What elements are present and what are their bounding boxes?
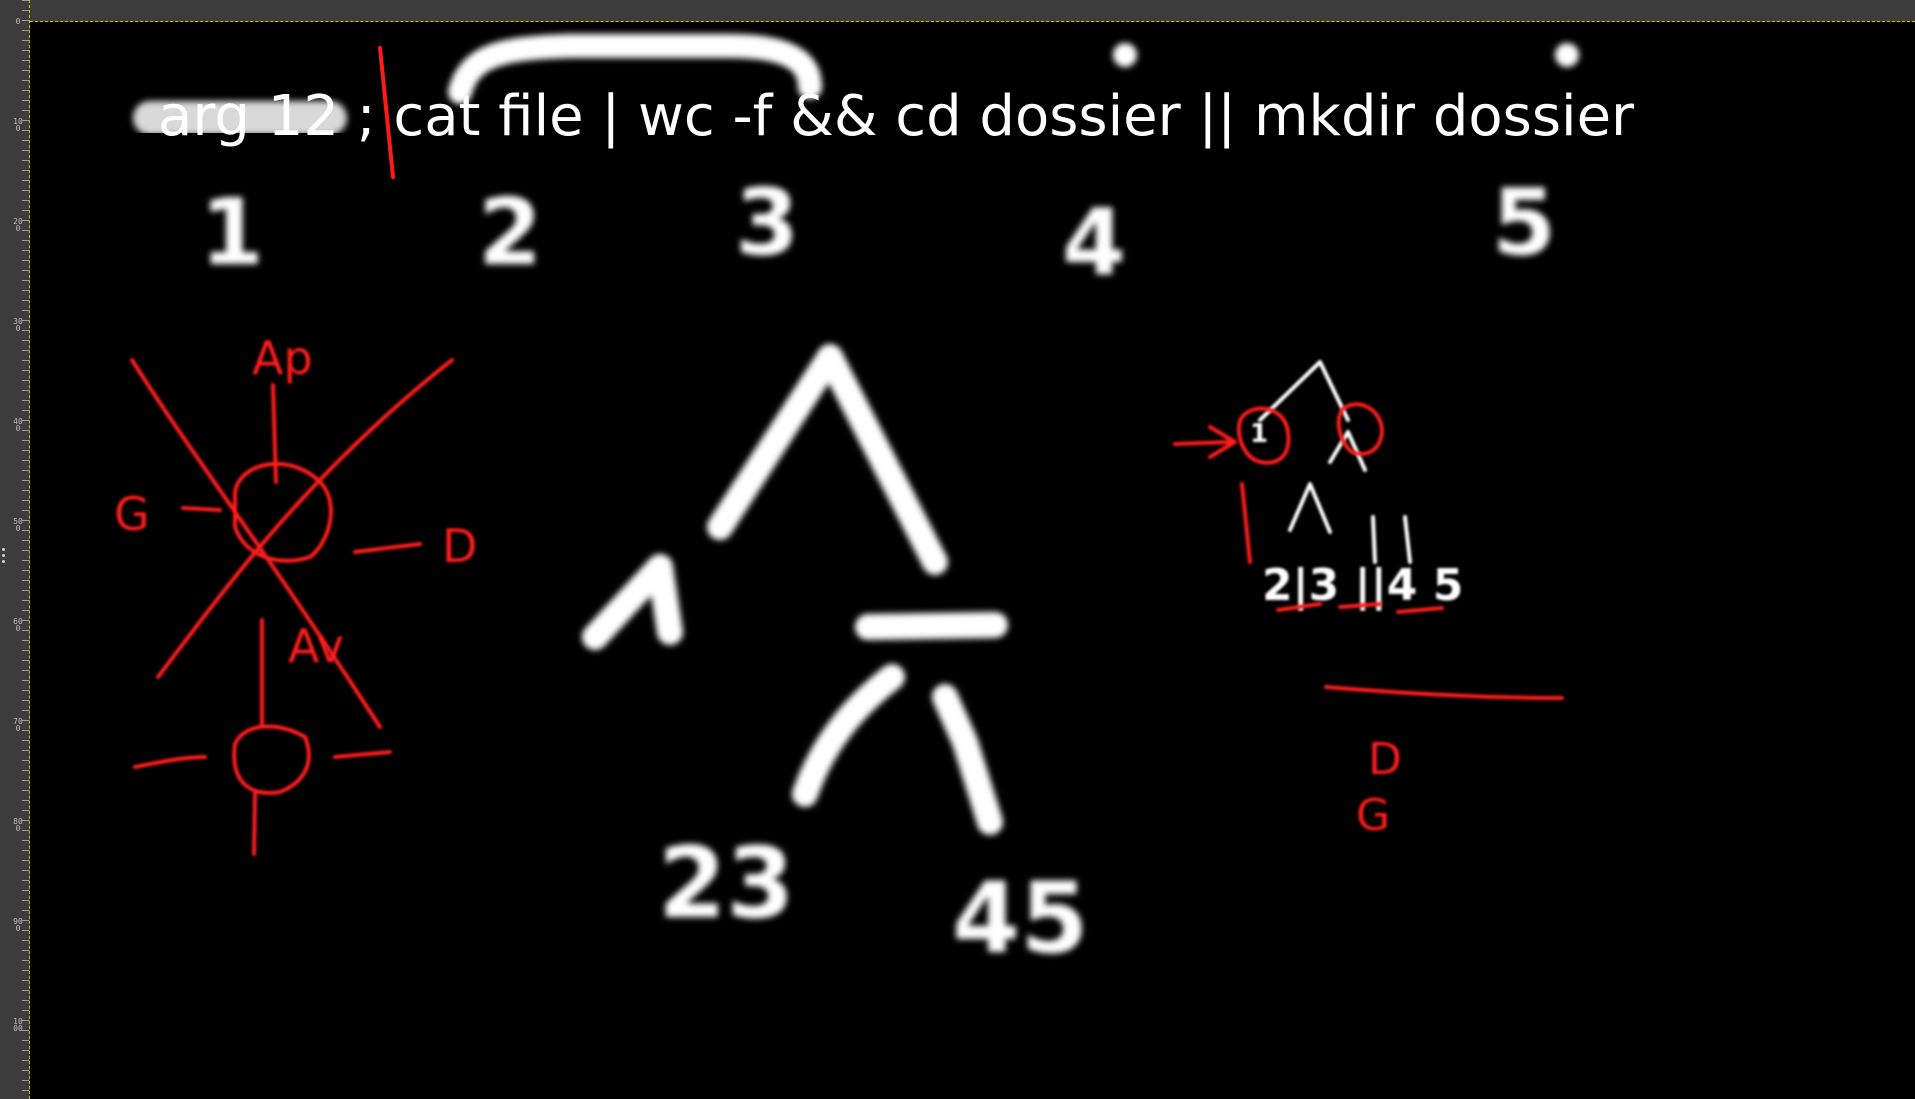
node-circle: [232, 724, 311, 795]
left-ruler-ticks: [22, 0, 29, 1099]
small-tree-root-label: 1: [1250, 419, 1268, 449]
diag-line: [181, 506, 222, 512]
diag-line: [353, 542, 422, 554]
ruler-label: 100: [13, 117, 23, 133]
compass-bottom-label: Av: [288, 619, 344, 673]
red-compass-diagram: [130, 358, 454, 856]
small-tree: [1258, 360, 1412, 564]
legend-d: D: [1368, 734, 1402, 785]
big-tree: [582, 344, 1008, 835]
number-label: 4: [1062, 189, 1126, 296]
ruler-label: 900: [13, 917, 23, 933]
panel-grip-handle[interactable]: [2, 548, 5, 566]
tree-branch: [1371, 515, 1377, 564]
big-tree-leaves: 23 45: [658, 827, 1088, 976]
command-line-text: arg 12 ; cat file | wc -f && cd dossier …: [158, 84, 1635, 149]
tree-branch: [707, 344, 948, 575]
diag-line: [333, 750, 392, 759]
dot-stroke: [1555, 43, 1579, 67]
ruler-label: 400: [13, 417, 23, 433]
ruler-label: 200: [13, 217, 23, 233]
diag-line: [271, 383, 278, 484]
left-ruler[interactable]: 0 100 200 300 400 500 600 700 800 900 10…: [0, 0, 30, 1099]
arrow-icon: [1173, 425, 1237, 459]
ruler-label: 300: [13, 317, 23, 333]
ruler-label: 600: [13, 617, 23, 633]
top-ruler[interactable]: [0, 0, 1915, 22]
sketch-layer: 1 2 3 4 5 23 45 Ap G D Av 2|3 ||4 5 1 D …: [114, 34, 1579, 976]
tree-branch: [1328, 430, 1367, 472]
tree-branch: [582, 554, 683, 650]
small-tree-annotations: [1173, 402, 1564, 700]
ruler-label: 500: [13, 517, 23, 533]
compass-top-label: Ap: [252, 331, 313, 385]
right-legend: D G: [1356, 734, 1402, 841]
numbers-row: 1 2 3 4 5: [200, 169, 1556, 296]
separator-line: [1324, 685, 1564, 700]
number-label: 1: [200, 179, 264, 286]
tree-branch: [792, 664, 905, 807]
tree-branch: [1288, 482, 1332, 534]
drawing-app-window: 0 100 200 300 400 500 600 700 800 900 10…: [0, 0, 1915, 1099]
ruler-label: 0: [15, 17, 21, 26]
node-circle: [233, 461, 333, 563]
leaf-label: 45: [952, 862, 1088, 976]
compass-right-label: D: [442, 519, 477, 573]
dot-stroke: [1113, 43, 1137, 67]
leaf-label: 23: [658, 827, 794, 941]
ruler-label: 1000: [13, 1017, 23, 1033]
ruler-label: 700: [13, 717, 23, 733]
bracket-line: [1240, 482, 1252, 564]
tree-branch: [1403, 515, 1412, 564]
number-label: 3: [735, 169, 799, 276]
diag-line: [133, 755, 207, 769]
tree-branch: [855, 612, 1008, 640]
compass-left-label: G: [114, 487, 150, 541]
number-label: 5: [1492, 169, 1556, 276]
diag-line: [252, 792, 257, 856]
drawing-canvas[interactable]: 1 2 3 4 5 23 45 Ap G D Av 2|3 ||4 5 1 D …: [30, 22, 1915, 1099]
legend-g: G: [1356, 790, 1390, 841]
number-label: 2: [478, 179, 542, 286]
ruler-label: 800: [13, 817, 23, 833]
tree-branch: [932, 684, 1003, 835]
